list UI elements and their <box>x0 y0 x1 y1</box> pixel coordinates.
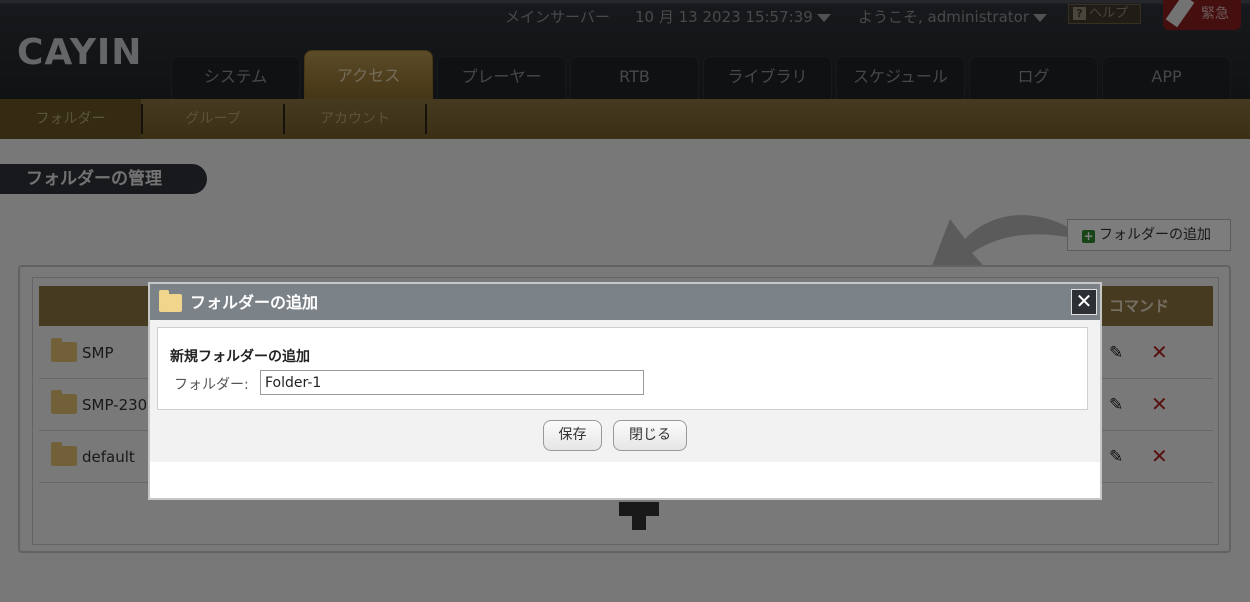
folder-name-input[interactable] <box>260 370 644 395</box>
dialog-title: フォルダーの追加 <box>190 293 319 312</box>
add-folder-dialog: フォルダーの追加 ✕ 新規フォルダーの追加 フォルダー: 保存 閉じる <box>148 282 1102 500</box>
close-icon[interactable]: ✕ <box>1071 289 1097 315</box>
folder-field-label: フォルダー: <box>174 377 249 393</box>
save-button[interactable]: 保存 <box>543 420 602 451</box>
close-button[interactable]: 閉じる <box>613 420 687 451</box>
new-folder-fieldset: 新規フォルダーの追加 フォルダー: <box>157 327 1088 410</box>
folder-icon <box>159 290 182 312</box>
new-folder-heading: 新規フォルダーの追加 <box>170 349 310 365</box>
dialog-body: 新規フォルダーの追加 フォルダー: 保存 閉じる <box>150 320 1100 462</box>
dialog-titlebar: フォルダーの追加 ✕ <box>150 284 1100 320</box>
